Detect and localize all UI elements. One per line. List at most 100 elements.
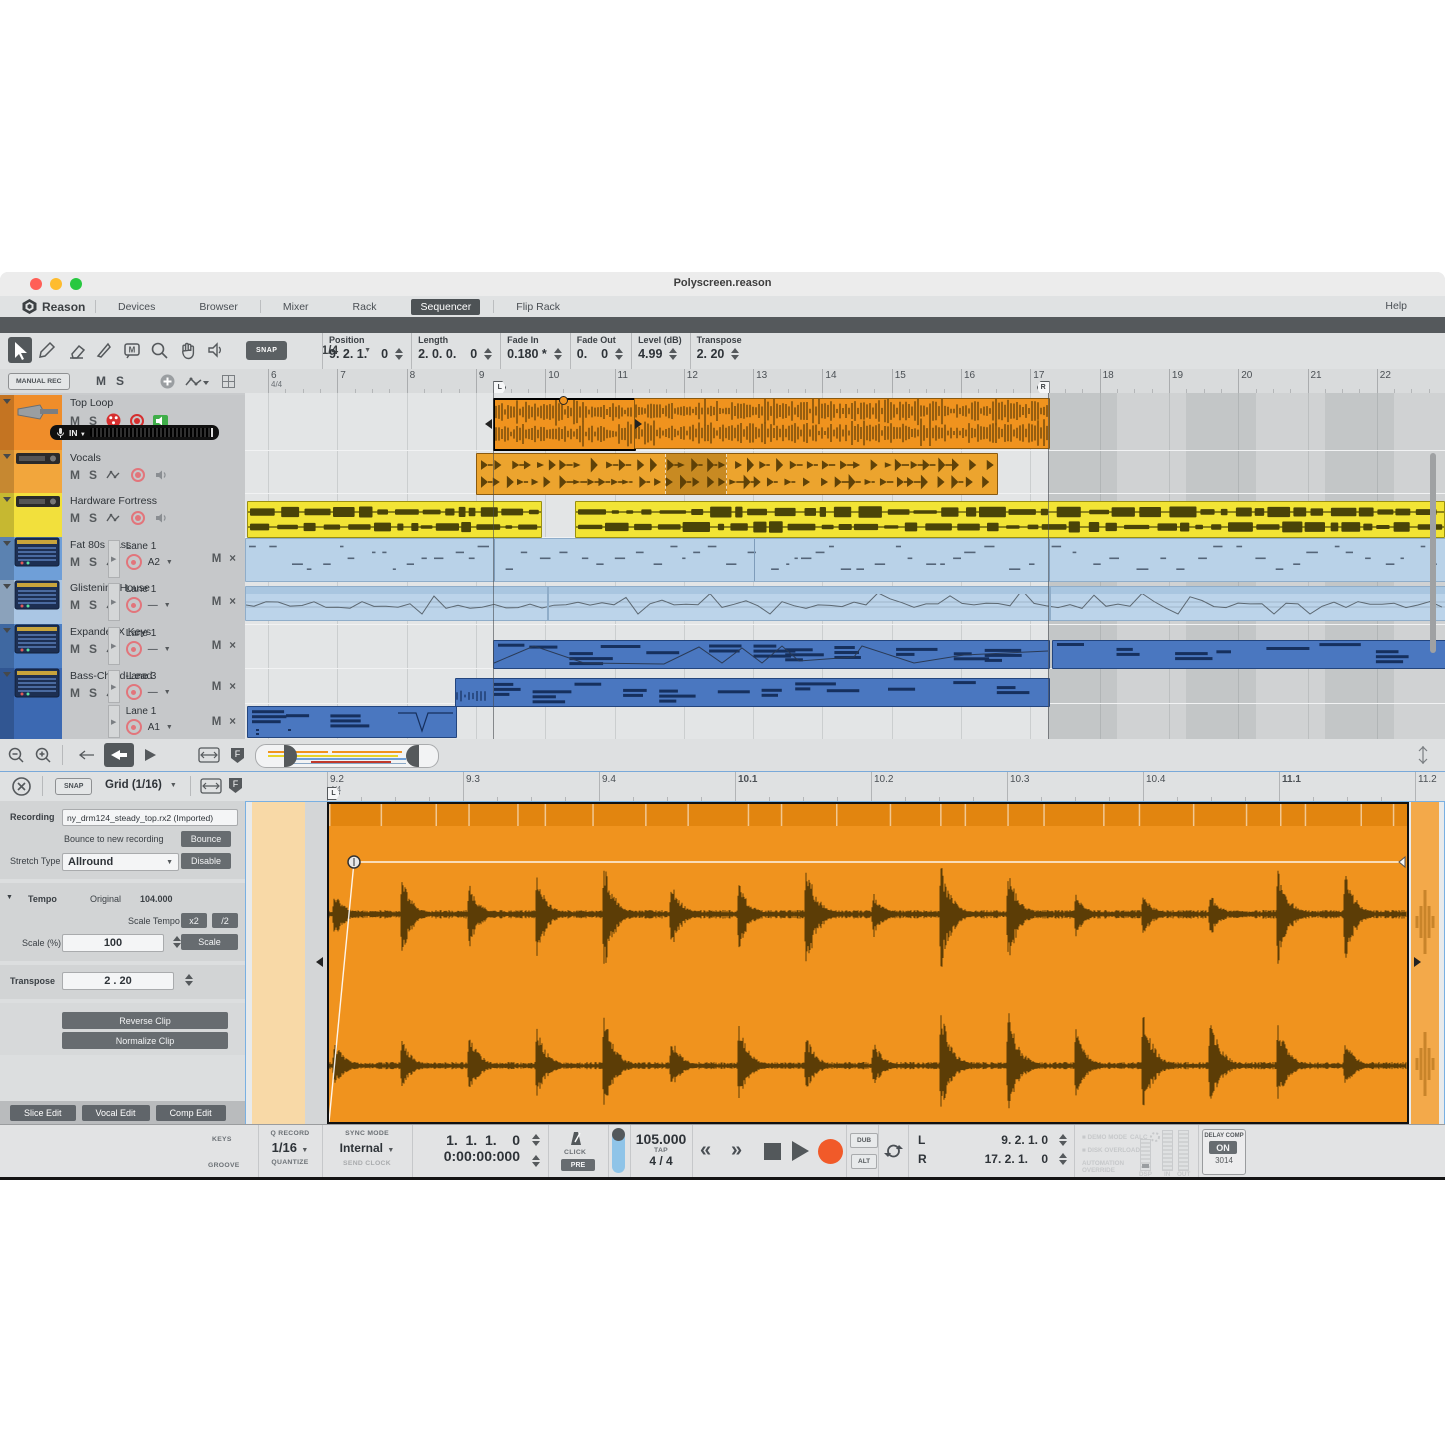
song-position-bars[interactable]: 1. 1. 1. 0 (444, 1132, 520, 1148)
time-stepper[interactable] (532, 1155, 540, 1167)
track-vocals[interactable]: VocalsMS (0, 450, 245, 494)
clip-top-loop[interactable] (634, 398, 1050, 449)
menu-item-flip-rack[interactable]: Flip Rack (507, 299, 569, 315)
lane-close-button[interactable]: × (229, 716, 236, 728)
lane-record-icon[interactable] (126, 684, 142, 700)
pre-button[interactable]: PRE (561, 1159, 595, 1171)
clip-right-handle[interactable] (635, 419, 642, 429)
loop-right-stepper[interactable] (1059, 1153, 1067, 1165)
metronome-icon[interactable] (569, 1131, 585, 1147)
editor-fit-icon[interactable] (200, 778, 222, 794)
lane-lane-3[interactable]: ▶Lane 3—▼M× (108, 670, 236, 703)
lane-close-button[interactable]: × (229, 596, 236, 608)
lane-close-button[interactable]: × (229, 553, 236, 565)
vertical-zoom-handle[interactable] (1416, 745, 1430, 765)
stop-button[interactable] (764, 1143, 781, 1160)
transpose-stepper[interactable] (185, 974, 193, 986)
zoom-out-icon[interactable] (8, 747, 25, 764)
lane-mute-button[interactable]: M (212, 716, 222, 728)
manual-rec-button[interactable]: MANUAL REC (8, 373, 70, 390)
waveform-display[interactable] (245, 801, 1445, 1125)
track-name[interactable]: Top Loop (70, 397, 113, 409)
lane-record-icon[interactable] (126, 597, 142, 613)
lane-grip[interactable]: ▶ (108, 670, 120, 703)
clip-left-handle[interactable] (485, 419, 492, 429)
editor-audio-clip[interactable] (327, 802, 1409, 1124)
automation-icon[interactable] (106, 512, 122, 524)
song-position-time[interactable]: 0:00:00:000 (444, 1148, 520, 1164)
clip-bass-chord-lead-lane3[interactable] (455, 678, 1050, 707)
collapse-arrow-icon[interactable] (3, 584, 11, 589)
menu-item-rack[interactable]: Rack (344, 299, 386, 315)
lane-grip[interactable]: ▶ (108, 705, 120, 738)
mute-button[interactable]: M (70, 468, 80, 482)
track-hardware-fortress[interactable]: Hardware FortressMS (0, 493, 245, 538)
crossfade-region[interactable] (665, 454, 727, 494)
selection-tool-icon[interactable] (8, 337, 32, 363)
play-marker-icon[interactable] (144, 748, 157, 762)
slice-edit-button[interactable]: Slice Edit (10, 1105, 76, 1121)
clip-fat-80s-bass[interactable] (245, 538, 1445, 582)
lane-note-value[interactable]: — (148, 687, 158, 698)
lane-record-icon[interactable] (126, 554, 142, 570)
collapse-arrow-icon[interactable] (3, 628, 11, 633)
sync-value[interactable]: Internal (340, 1141, 383, 1155)
grid-view-icon[interactable] (222, 375, 235, 388)
rewind-button[interactable]: « (700, 1140, 711, 1160)
mute-all-button[interactable]: M (96, 374, 106, 388)
lane-note-value[interactable]: A2 (148, 557, 160, 568)
vocal-edit-button[interactable]: Vocal Edit (82, 1105, 150, 1121)
monitor-icon[interactable] (154, 512, 169, 524)
field-stepper[interactable] (731, 348, 739, 360)
clip-top-loop-selected[interactable] (493, 398, 636, 451)
track-bass-chord-lead[interactable]: Bass-Chord-LeadMS▶Lane 3—▼M×▶Lane 1A1▼M× (0, 668, 245, 739)
position-stepper[interactable] (532, 1134, 540, 1146)
collapse-arrow-icon[interactable] (3, 497, 11, 502)
disable-button[interactable]: Disable (181, 853, 231, 869)
menu-item-sequencer[interactable]: Sequencer (411, 299, 480, 315)
collapse-arrow-icon[interactable] (3, 541, 11, 546)
song-navigator[interactable] (255, 744, 439, 768)
lane-record-icon[interactable] (126, 641, 142, 657)
collapse-arrow-icon[interactable]: ▼ (6, 894, 13, 901)
menu-item-browser[interactable]: Browser (190, 299, 247, 315)
field-stepper[interactable] (395, 348, 403, 360)
loop-icon[interactable] (884, 1142, 903, 1160)
collapse-arrow-icon[interactable] (3, 399, 11, 404)
arrange-timeline[interactable] (245, 393, 1445, 739)
loop-left-stepper[interactable] (1059, 1134, 1067, 1146)
field-value[interactable]: 0. 0 (577, 347, 608, 361)
field-value[interactable]: 9. 2. 1. 0 (329, 347, 388, 361)
lane-lane-1[interactable]: ▶Lane 1A2▼M× (108, 540, 236, 578)
lane-close-button[interactable]: × (229, 681, 236, 693)
collapse-arrow-icon[interactable] (3, 672, 11, 677)
quantize-value[interactable]: 1/16 (272, 1140, 297, 1155)
razor-tool-icon[interactable] (92, 337, 116, 363)
transpose-field[interactable]: 2 . 20 (62, 972, 174, 990)
slider-knob[interactable] (612, 1128, 625, 1141)
automation-icon[interactable] (185, 376, 209, 388)
tap-button[interactable]: TAP (630, 1147, 692, 1154)
follow-flag-icon[interactable]: F (230, 747, 245, 764)
lane-mute-button[interactable]: M (212, 596, 222, 608)
solo-button[interactable]: S (89, 468, 97, 482)
menu-item-mixer[interactable]: Mixer (274, 299, 318, 315)
track-name[interactable]: Hardware Fortress (70, 495, 157, 507)
loop-end-marker[interactable]: R (1037, 381, 1050, 393)
loop-right-value[interactable]: 17. 2. 1. 0 (985, 1152, 1048, 1166)
zoom-in-icon[interactable] (35, 747, 52, 764)
solo-all-button[interactable]: S (116, 374, 124, 388)
field-value[interactable]: 2. 0. 0. 0 (418, 347, 477, 361)
field-stepper[interactable] (669, 348, 677, 360)
scale-stepper[interactable] (173, 936, 181, 948)
normalize-clip-button[interactable]: Normalize Clip (62, 1032, 228, 1049)
time-sig-value[interactable]: 4 / 4 (630, 1154, 692, 1168)
solo-button[interactable]: S (89, 555, 97, 569)
editor-ruler[interactable]: 9.29.39.410.110.210.310.411.111.24/4L (245, 772, 1445, 801)
fit-horizontal-icon[interactable] (198, 747, 220, 763)
pencil-tool-icon[interactable] (36, 337, 60, 363)
lane-grip[interactable]: ▶ (108, 583, 120, 621)
lane-grip[interactable]: ▶ (108, 627, 120, 665)
clip-vocals[interactable] (476, 453, 998, 495)
eraser-tool-icon[interactable] (64, 337, 88, 363)
